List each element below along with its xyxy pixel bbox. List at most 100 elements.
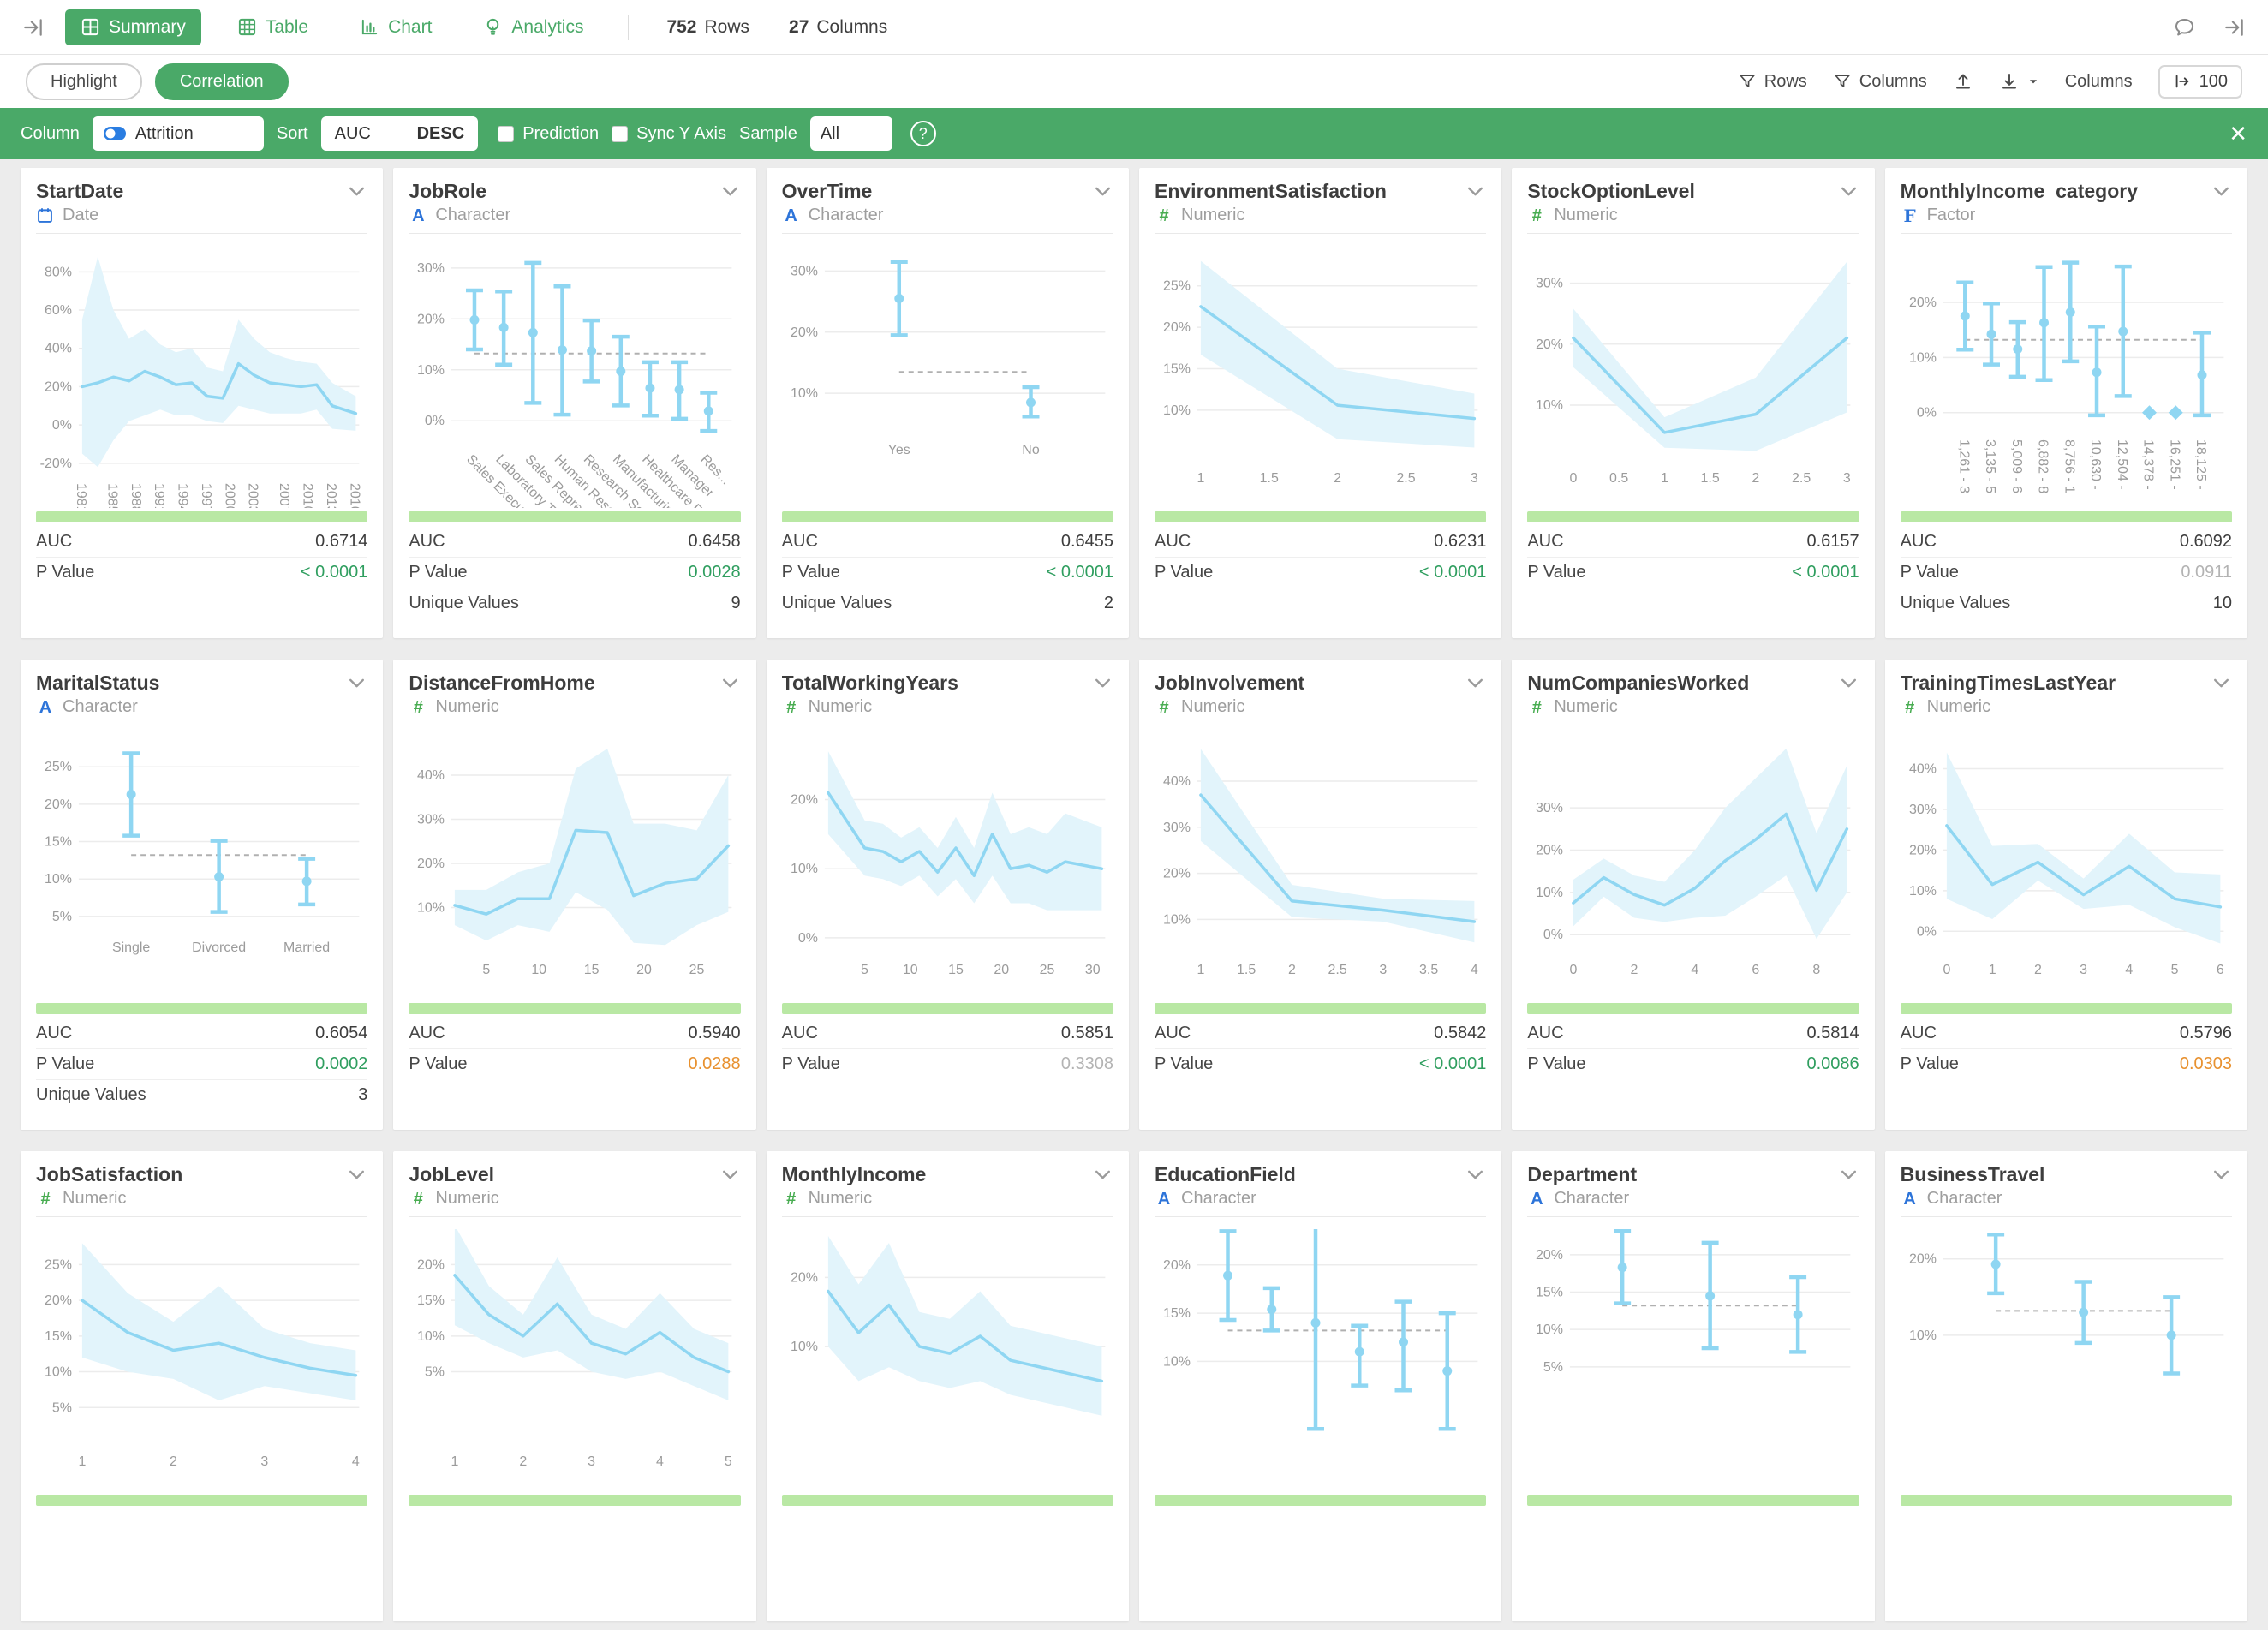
upload-icon[interactable]: [1953, 71, 1973, 92]
svg-text:40%: 40%: [417, 768, 445, 783]
chevron-down-icon[interactable]: [1838, 1164, 1859, 1185]
collapse-panel-right-icon[interactable]: [2223, 16, 2246, 39]
chevron-down-icon[interactable]: [719, 181, 741, 202]
collapse-sidebar-icon[interactable]: [22, 16, 45, 39]
svg-text:20%: 20%: [1163, 1258, 1191, 1273]
download-menu-button[interactable]: [1999, 71, 2039, 92]
svg-text:5,009 - 6: 5,009 - 6: [2008, 439, 2023, 493]
svg-text:0%: 0%: [52, 418, 72, 433]
tab-summary[interactable]: Summary: [65, 9, 201, 45]
card-title: MonthlyIncome: [782, 1163, 927, 1186]
importance-bar: [782, 511, 1113, 522]
summary-grid-icon: [81, 17, 100, 37]
sample-select[interactable]: All: [810, 116, 892, 151]
column-type-label: Character: [1181, 1189, 1256, 1209]
chevron-down-icon[interactable]: [719, 1164, 741, 1185]
tab-table[interactable]: Table: [222, 9, 324, 45]
importance-bar: [1155, 511, 1486, 522]
stat-value: 0.6231: [1434, 532, 1486, 552]
svg-text:30%: 30%: [791, 264, 818, 278]
column-type-label: Numeric: [63, 1189, 126, 1209]
sort-by-select[interactable]: AUC: [321, 116, 403, 151]
importance-bar: [1527, 511, 1859, 522]
chevron-down-icon[interactable]: [346, 181, 367, 202]
tab-chart[interactable]: Chart: [344, 9, 447, 45]
chevron-down-icon[interactable]: [1465, 181, 1486, 202]
chevron-down-icon[interactable]: [2211, 181, 2232, 202]
importance-bar: [1901, 1003, 2232, 1014]
target-column-select[interactable]: Attrition: [93, 116, 264, 151]
sync-y-axis-checkbox[interactable]: [612, 126, 628, 142]
svg-text:20%: 20%: [1536, 1248, 1563, 1263]
stat-row: Unique Values9: [409, 588, 740, 618]
highlight-button[interactable]: Highlight: [26, 63, 142, 100]
column-chart: 0%10%20%51015202530: [782, 737, 1113, 1000]
stat-value: 3: [358, 1085, 367, 1105]
sample-label: Sample: [739, 124, 797, 144]
sort-direction-select[interactable]: DESC: [403, 116, 479, 151]
card-stats: AUC0.6714P Value< 0.0001: [36, 526, 367, 588]
importance-bar: [782, 1495, 1113, 1506]
column-chart: 0%10%20%30%02468: [1527, 737, 1859, 1000]
stat-label: AUC: [782, 1024, 818, 1043]
view-toolbar: Highlight Correlation Rows Columns Colum…: [0, 55, 2268, 108]
chevron-down-icon[interactable]: [1838, 181, 1859, 202]
stat-label: AUC: [1901, 532, 1937, 552]
chevron-down-icon[interactable]: [1092, 181, 1113, 202]
stat-value: 0.6455: [1061, 532, 1113, 552]
chevron-down-icon[interactable]: [2211, 1164, 2232, 1185]
chevron-down-icon: [2027, 75, 2039, 87]
correlation-button[interactable]: Correlation: [155, 63, 289, 100]
chevron-down-icon[interactable]: [1465, 672, 1486, 694]
importance-bar: [409, 1003, 740, 1014]
stat-value: 0.0911: [2181, 563, 2232, 582]
svg-text:20%: 20%: [1909, 1252, 1937, 1267]
column-card: JobRole A Character 0%10%20%30%Sales Exe…: [393, 168, 755, 638]
chevron-down-icon[interactable]: [1838, 672, 1859, 694]
chevron-down-icon[interactable]: [2211, 672, 2232, 694]
numeric-type-icon: #: [1155, 207, 1173, 224]
tab-analytics[interactable]: Analytics: [468, 9, 599, 45]
svg-text:20%: 20%: [1536, 337, 1563, 352]
importance-bar: [1155, 1495, 1486, 1506]
stat-label: AUC: [782, 532, 818, 552]
stat-row: AUC0.5842: [1155, 1018, 1486, 1048]
prediction-checkbox[interactable]: [498, 126, 514, 142]
svg-text:Yes: Yes: [887, 443, 910, 457]
columns-count: 27Columns: [789, 17, 887, 38]
chevron-down-icon[interactable]: [1092, 672, 1113, 694]
svg-text:25: 25: [1039, 963, 1054, 977]
card-title: BusinessTravel: [1901, 1163, 2045, 1186]
comment-icon[interactable]: [2173, 15, 2196, 39]
filter-rows-button[interactable]: Rows: [1738, 72, 1807, 92]
sync-y-axis-label: Sync Y Axis: [636, 124, 726, 144]
card-stats: AUC0.6458P Value0.0028Unique Values9: [409, 526, 740, 618]
svg-text:1.5: 1.5: [1237, 963, 1256, 977]
column-card: JobSatisfaction # Numeric 5%10%15%20%25%…: [21, 1151, 383, 1621]
chevron-down-icon[interactable]: [346, 1164, 367, 1185]
svg-text:8,756 - 1: 8,756 - 1: [2062, 439, 2076, 493]
filter-columns-button[interactable]: Columns: [1833, 72, 1927, 92]
chevron-down-icon[interactable]: [1092, 1164, 1113, 1185]
svg-text:2016: 2016: [347, 483, 361, 508]
close-icon[interactable]: ✕: [2229, 122, 2247, 145]
chevron-down-icon[interactable]: [346, 672, 367, 694]
importance-bar: [36, 1003, 367, 1014]
svg-text:0%: 0%: [425, 414, 445, 428]
svg-text:1: 1: [1197, 963, 1204, 977]
svg-text:5: 5: [483, 963, 491, 977]
stat-row: P Value< 0.0001: [782, 557, 1113, 588]
stat-row: P Value< 0.0001: [36, 557, 367, 588]
column-chart: 10%20%30%40%510152025: [409, 737, 740, 1000]
svg-text:15: 15: [948, 963, 964, 977]
svg-text:25%: 25%: [1163, 279, 1191, 294]
importance-bar: [409, 511, 740, 522]
svg-text:20%: 20%: [417, 1257, 445, 1272]
svg-text:10%: 10%: [791, 1340, 818, 1354]
importance-bar: [1901, 511, 2232, 522]
chevron-down-icon[interactable]: [1465, 1164, 1486, 1185]
help-icon[interactable]: ?: [910, 121, 936, 146]
chevron-down-icon[interactable]: [719, 672, 741, 694]
columns-limit-box[interactable]: 100: [2158, 65, 2242, 99]
svg-text:-20%: -20%: [40, 457, 72, 471]
